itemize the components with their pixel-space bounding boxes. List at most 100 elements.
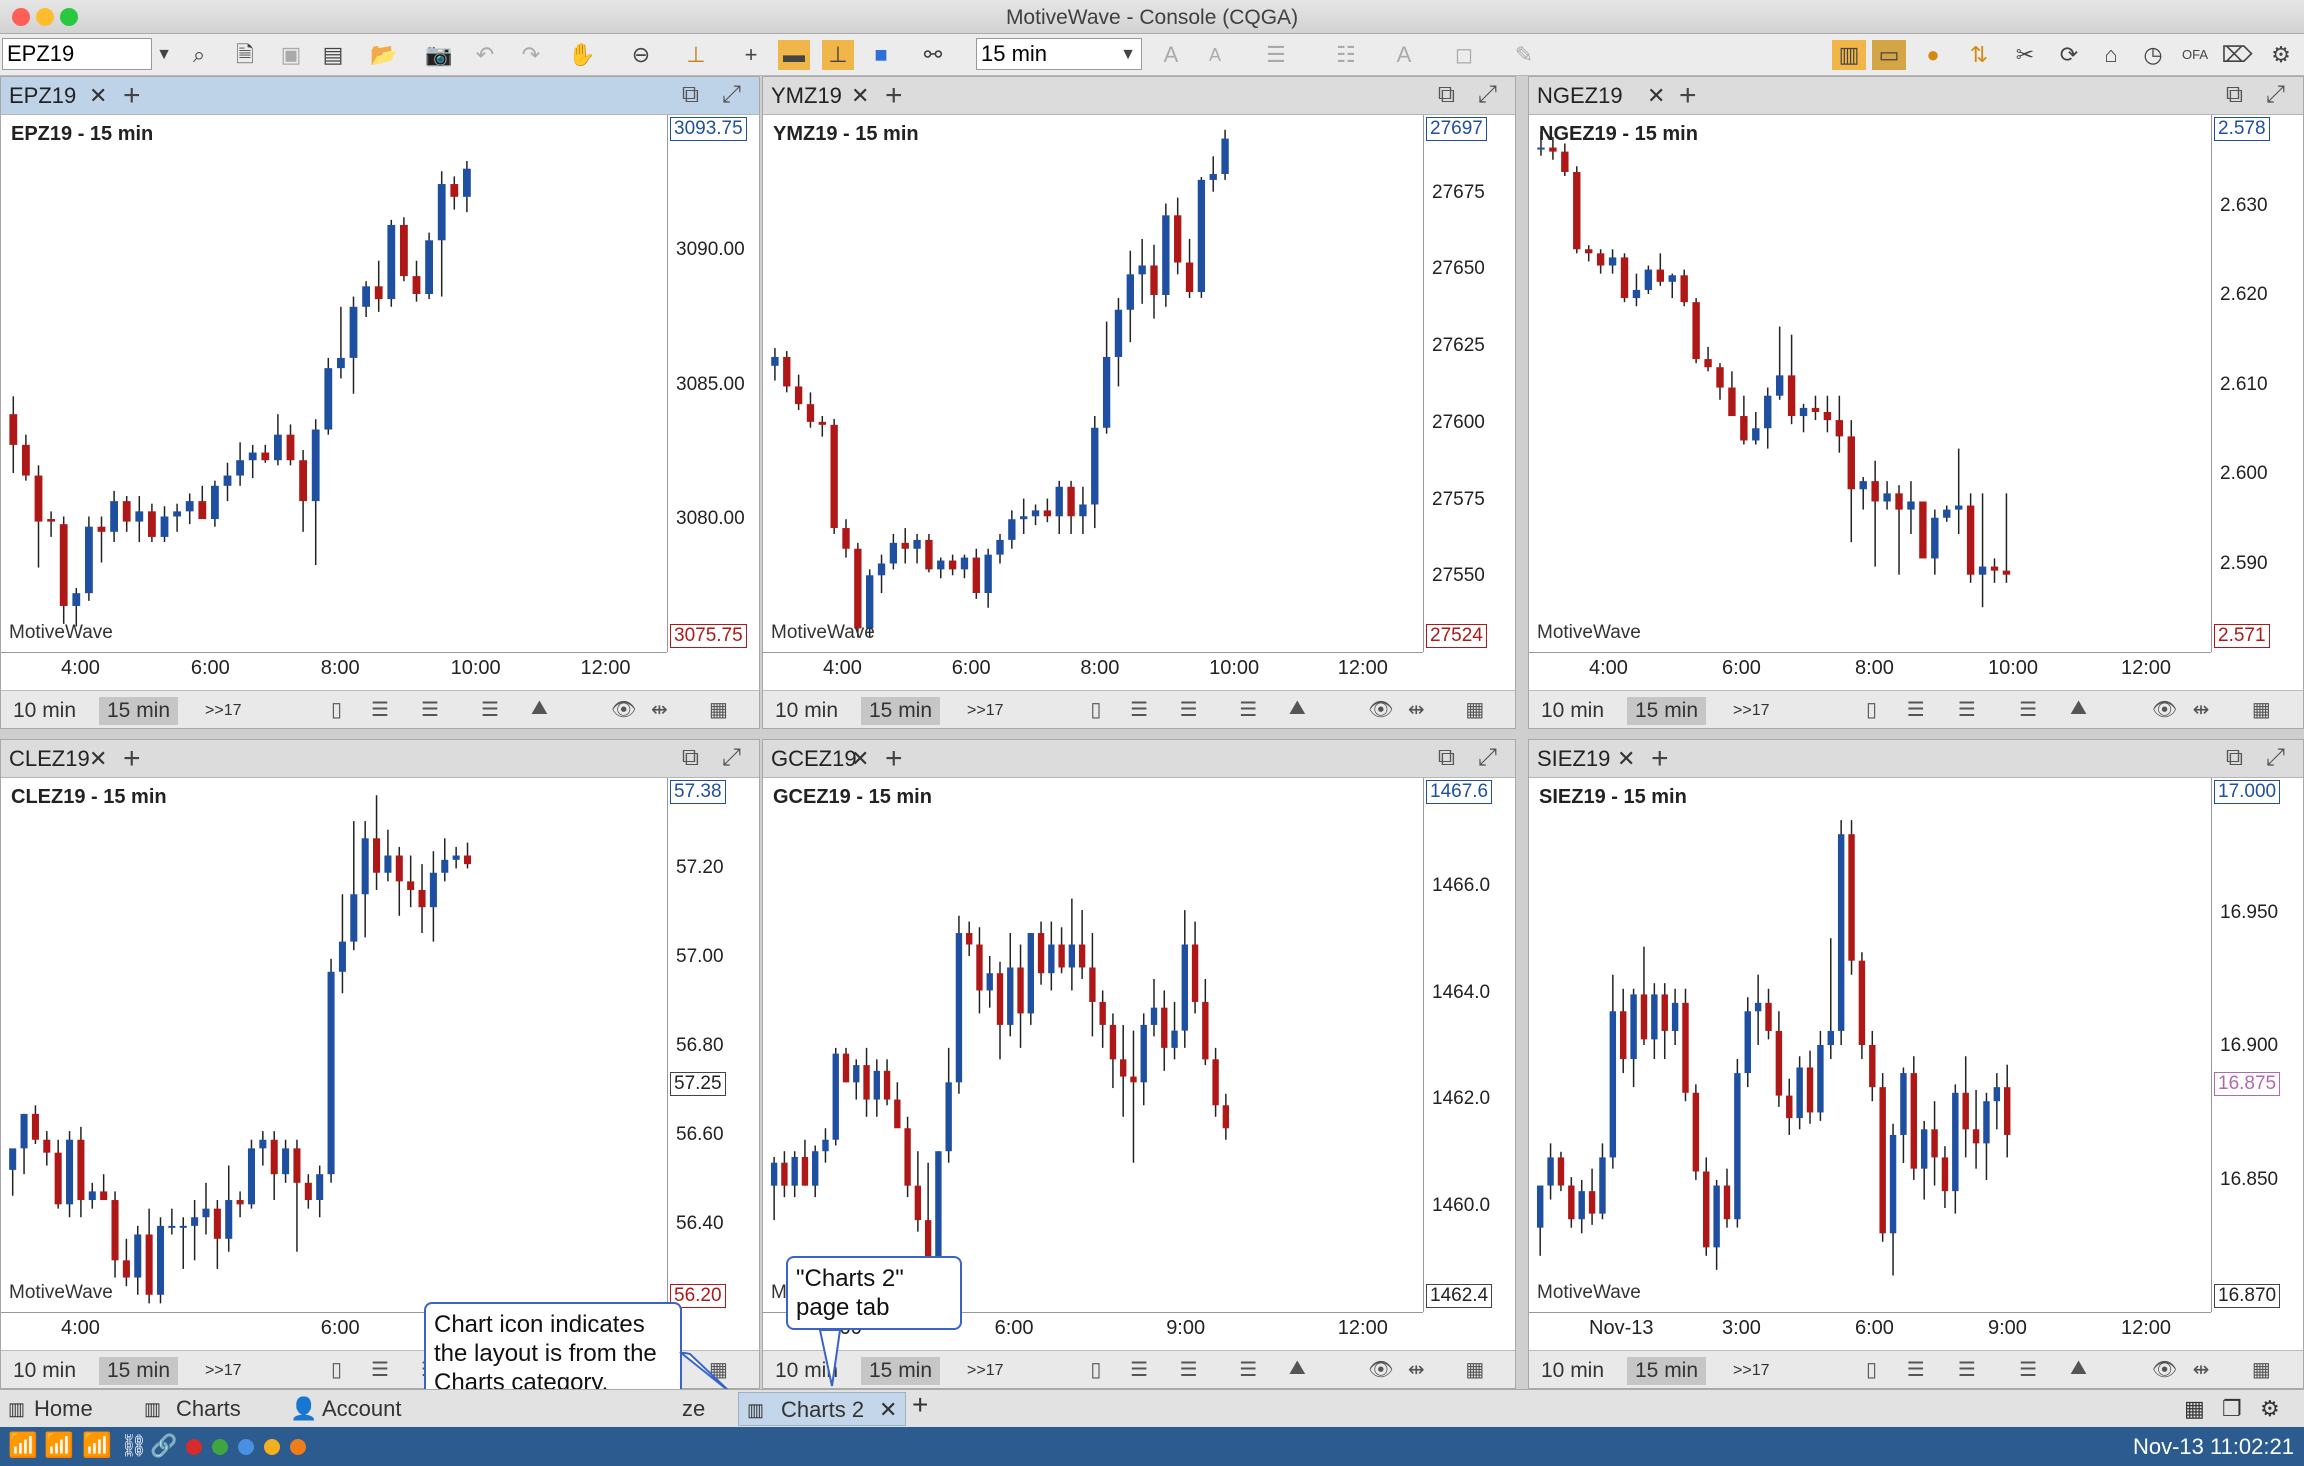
chart-tab-label[interactable]: EPZ19	[9, 83, 76, 109]
align-left-icon[interactable]: ☰	[371, 1357, 389, 1382]
more-timeframes-button[interactable]: >>17	[197, 697, 249, 725]
timeframe-10min-button[interactable]: 10 min	[1533, 697, 1612, 725]
tools-icon[interactable]: ✂	[2008, 40, 2042, 70]
layout-icon[interactable]: ▦	[2184, 1394, 2205, 1424]
sort-arrows-icon[interactable]: ⇅	[1962, 40, 1996, 70]
camera-icon[interactable]: 📷	[424, 40, 454, 70]
font-smaller-icon[interactable]: A	[1200, 40, 1230, 70]
price-axis[interactable]: 57.20 57.00 56.80 56.60 56.40 57.38 57.25 56.20	[667, 778, 759, 1312]
save-as-icon[interactable]: ▤	[318, 40, 348, 70]
maximize-icon[interactable]: ⤢	[1478, 81, 1497, 109]
bookmark-icon[interactable]: ▯	[1090, 1357, 1101, 1382]
maximize-icon[interactable]: ⤢	[1478, 744, 1497, 772]
price-axis[interactable]: 16.950 16.900 16.850 17.000 16.875 16.870	[2211, 778, 2303, 1312]
line-style-icon[interactable]: ☰	[1246, 40, 1306, 70]
timeframe-15min-button[interactable]: 15 min	[861, 1357, 941, 1385]
chart-type-icon[interactable]: ▥	[1832, 40, 1866, 70]
chart-mountain-icon[interactable]: ⛰	[2070, 1357, 2087, 1380]
candlestick-plot[interactable]	[763, 115, 1423, 652]
timeframe-15min-button[interactable]: 15 min	[1627, 697, 1707, 725]
chart-mountain-icon[interactable]: ⛰	[531, 697, 548, 720]
timeframe-15min-button[interactable]: 15 min	[861, 697, 941, 725]
page-settings-gear-icon[interactable]: ⚙	[2260, 1394, 2280, 1424]
chart-tab-label[interactable]: NGEZ19	[1537, 83, 1623, 109]
color-theme-icon[interactable]: ■	[866, 40, 896, 70]
align-indent-icon[interactable]: ☰	[421, 697, 439, 722]
timeframe-10min-button[interactable]: 10 min	[1533, 1357, 1612, 1385]
calendar-icon[interactable]: ▦	[1465, 697, 1484, 722]
range-icon[interactable]: ⇹	[651, 697, 668, 722]
detach-icon[interactable]: ⧉	[2226, 744, 2243, 772]
search-icon[interactable]: ⌕	[184, 40, 214, 70]
close-icon[interactable]: ✕	[1617, 746, 1635, 772]
align-left-icon[interactable]: ☰	[1907, 697, 1925, 722]
chart-tab-label[interactable]: CLEZ19	[9, 746, 90, 772]
undo-icon[interactable]: ↶	[470, 40, 500, 70]
align-indent-icon[interactable]: ☰	[1180, 697, 1198, 722]
candlestick-plot[interactable]	[763, 778, 1423, 1312]
add-tab-icon[interactable]: +	[123, 79, 141, 113]
chart-mountain-icon[interactable]: ⛰	[1289, 697, 1306, 720]
bookmark-icon[interactable]: ▯	[1866, 1357, 1877, 1382]
timeframe-10min-button[interactable]: 10 min	[5, 697, 84, 725]
font-larger-icon[interactable]: A	[1156, 40, 1186, 70]
align-indent-icon[interactable]: ☰	[1958, 697, 1976, 722]
hand-tool-icon[interactable]: ✋	[562, 40, 602, 70]
maximize-icon[interactable]: ⤢	[722, 81, 741, 109]
more-timeframes-button[interactable]: >>17	[1725, 697, 1777, 725]
candlestick-plot[interactable]	[1, 778, 667, 1312]
line-dash-icon[interactable]: ☷	[1316, 40, 1376, 70]
add-tab-icon[interactable]: +	[1651, 742, 1669, 776]
link-tool-icon[interactable]: ⚯	[910, 40, 956, 70]
timeframe-dropdown-icon[interactable]: ▼	[1118, 40, 1138, 70]
range-icon[interactable]: ⇹	[1408, 1357, 1425, 1382]
detach-icon[interactable]: ⧉	[682, 744, 699, 772]
text-color-icon[interactable]: A	[1384, 40, 1424, 70]
more-timeframes-button[interactable]: >>17	[1725, 1357, 1777, 1385]
range-icon[interactable]: ⇹	[2193, 697, 2210, 722]
zoom-out-icon[interactable]: ⊖	[626, 40, 656, 70]
time-axis[interactable]: 4:00 6:00 8:00 10:00 12:00	[763, 652, 1423, 690]
redo-icon[interactable]: ↷	[516, 40, 546, 70]
calendar-icon[interactable]: ▦	[2252, 697, 2271, 722]
eye-icon[interactable]: 👁	[1368, 697, 1393, 722]
time-axis[interactable]: Nov-13 3:00 6:00 9:00 12:00	[1529, 1312, 2211, 1350]
eye-icon[interactable]: 👁	[2152, 697, 2177, 722]
align-indent-icon[interactable]: ☰	[1180, 1357, 1198, 1382]
clock-icon[interactable]: ◷	[2136, 40, 2170, 70]
more-timeframes-button[interactable]: >>17	[959, 697, 1011, 725]
tag-icon[interactable]: ⌦	[2220, 40, 2254, 70]
settings-gear-icon[interactable]: ⚙	[2264, 40, 2298, 70]
price-axis[interactable]: 2.630 2.620 2.610 2.600 2.590 2.578 2.571	[2211, 115, 2303, 652]
new-page-icon[interactable]: 🗎	[230, 40, 260, 70]
add-tab-icon[interactable]: +	[885, 742, 903, 776]
chart-tab-label[interactable]: YMZ19	[771, 83, 842, 109]
chart-mountain-icon[interactable]: ⛰	[1289, 1357, 1306, 1380]
candlestick-plot[interactable]	[1, 115, 667, 652]
maximize-icon[interactable]: ⤢	[722, 744, 741, 772]
calendar-icon[interactable]: ▦	[2252, 1357, 2271, 1382]
eye-icon[interactable]: 👁	[1368, 1357, 1393, 1382]
panel-layout-icon[interactable]: ▭	[1872, 40, 1906, 70]
align-left-icon[interactable]: ☰	[1907, 1357, 1925, 1382]
ofa-icon[interactable]: OFA	[2178, 40, 2212, 70]
bookmark-icon[interactable]: ▯	[1866, 697, 1877, 722]
timeframe-10min-button[interactable]: 10 min	[5, 1357, 84, 1385]
detach-icon[interactable]: ⧉	[1438, 81, 1455, 109]
open-folder-icon[interactable]: 📂	[364, 40, 404, 70]
add-tab-icon[interactable]: +	[885, 79, 903, 113]
menu-icon[interactable]: ☰	[2019, 697, 2037, 722]
refresh-icon[interactable]: ⟳	[2052, 40, 2086, 70]
bank-icon[interactable]: ⌂	[2094, 40, 2128, 70]
globe-icon[interactable]: ●	[1916, 40, 1950, 70]
page-tab-account[interactable]: Account	[322, 1394, 402, 1424]
calendar-icon[interactable]: ▦	[709, 697, 728, 722]
menu-icon[interactable]: ☰	[481, 697, 499, 722]
detach-icon[interactable]: ⧉	[1438, 744, 1455, 772]
time-axis[interactable]: 4:00 6:00 8:00 10:00 12:00	[1, 652, 667, 690]
timeframe-15min-button[interactable]: 15 min	[1627, 1357, 1707, 1385]
fill-color-icon[interactable]: ◻	[1444, 40, 1484, 70]
close-icon[interactable]: ✕	[851, 746, 869, 772]
add-tab-icon[interactable]: +	[1679, 79, 1697, 113]
timeframe-10min-button[interactable]: 10 min	[767, 697, 846, 725]
